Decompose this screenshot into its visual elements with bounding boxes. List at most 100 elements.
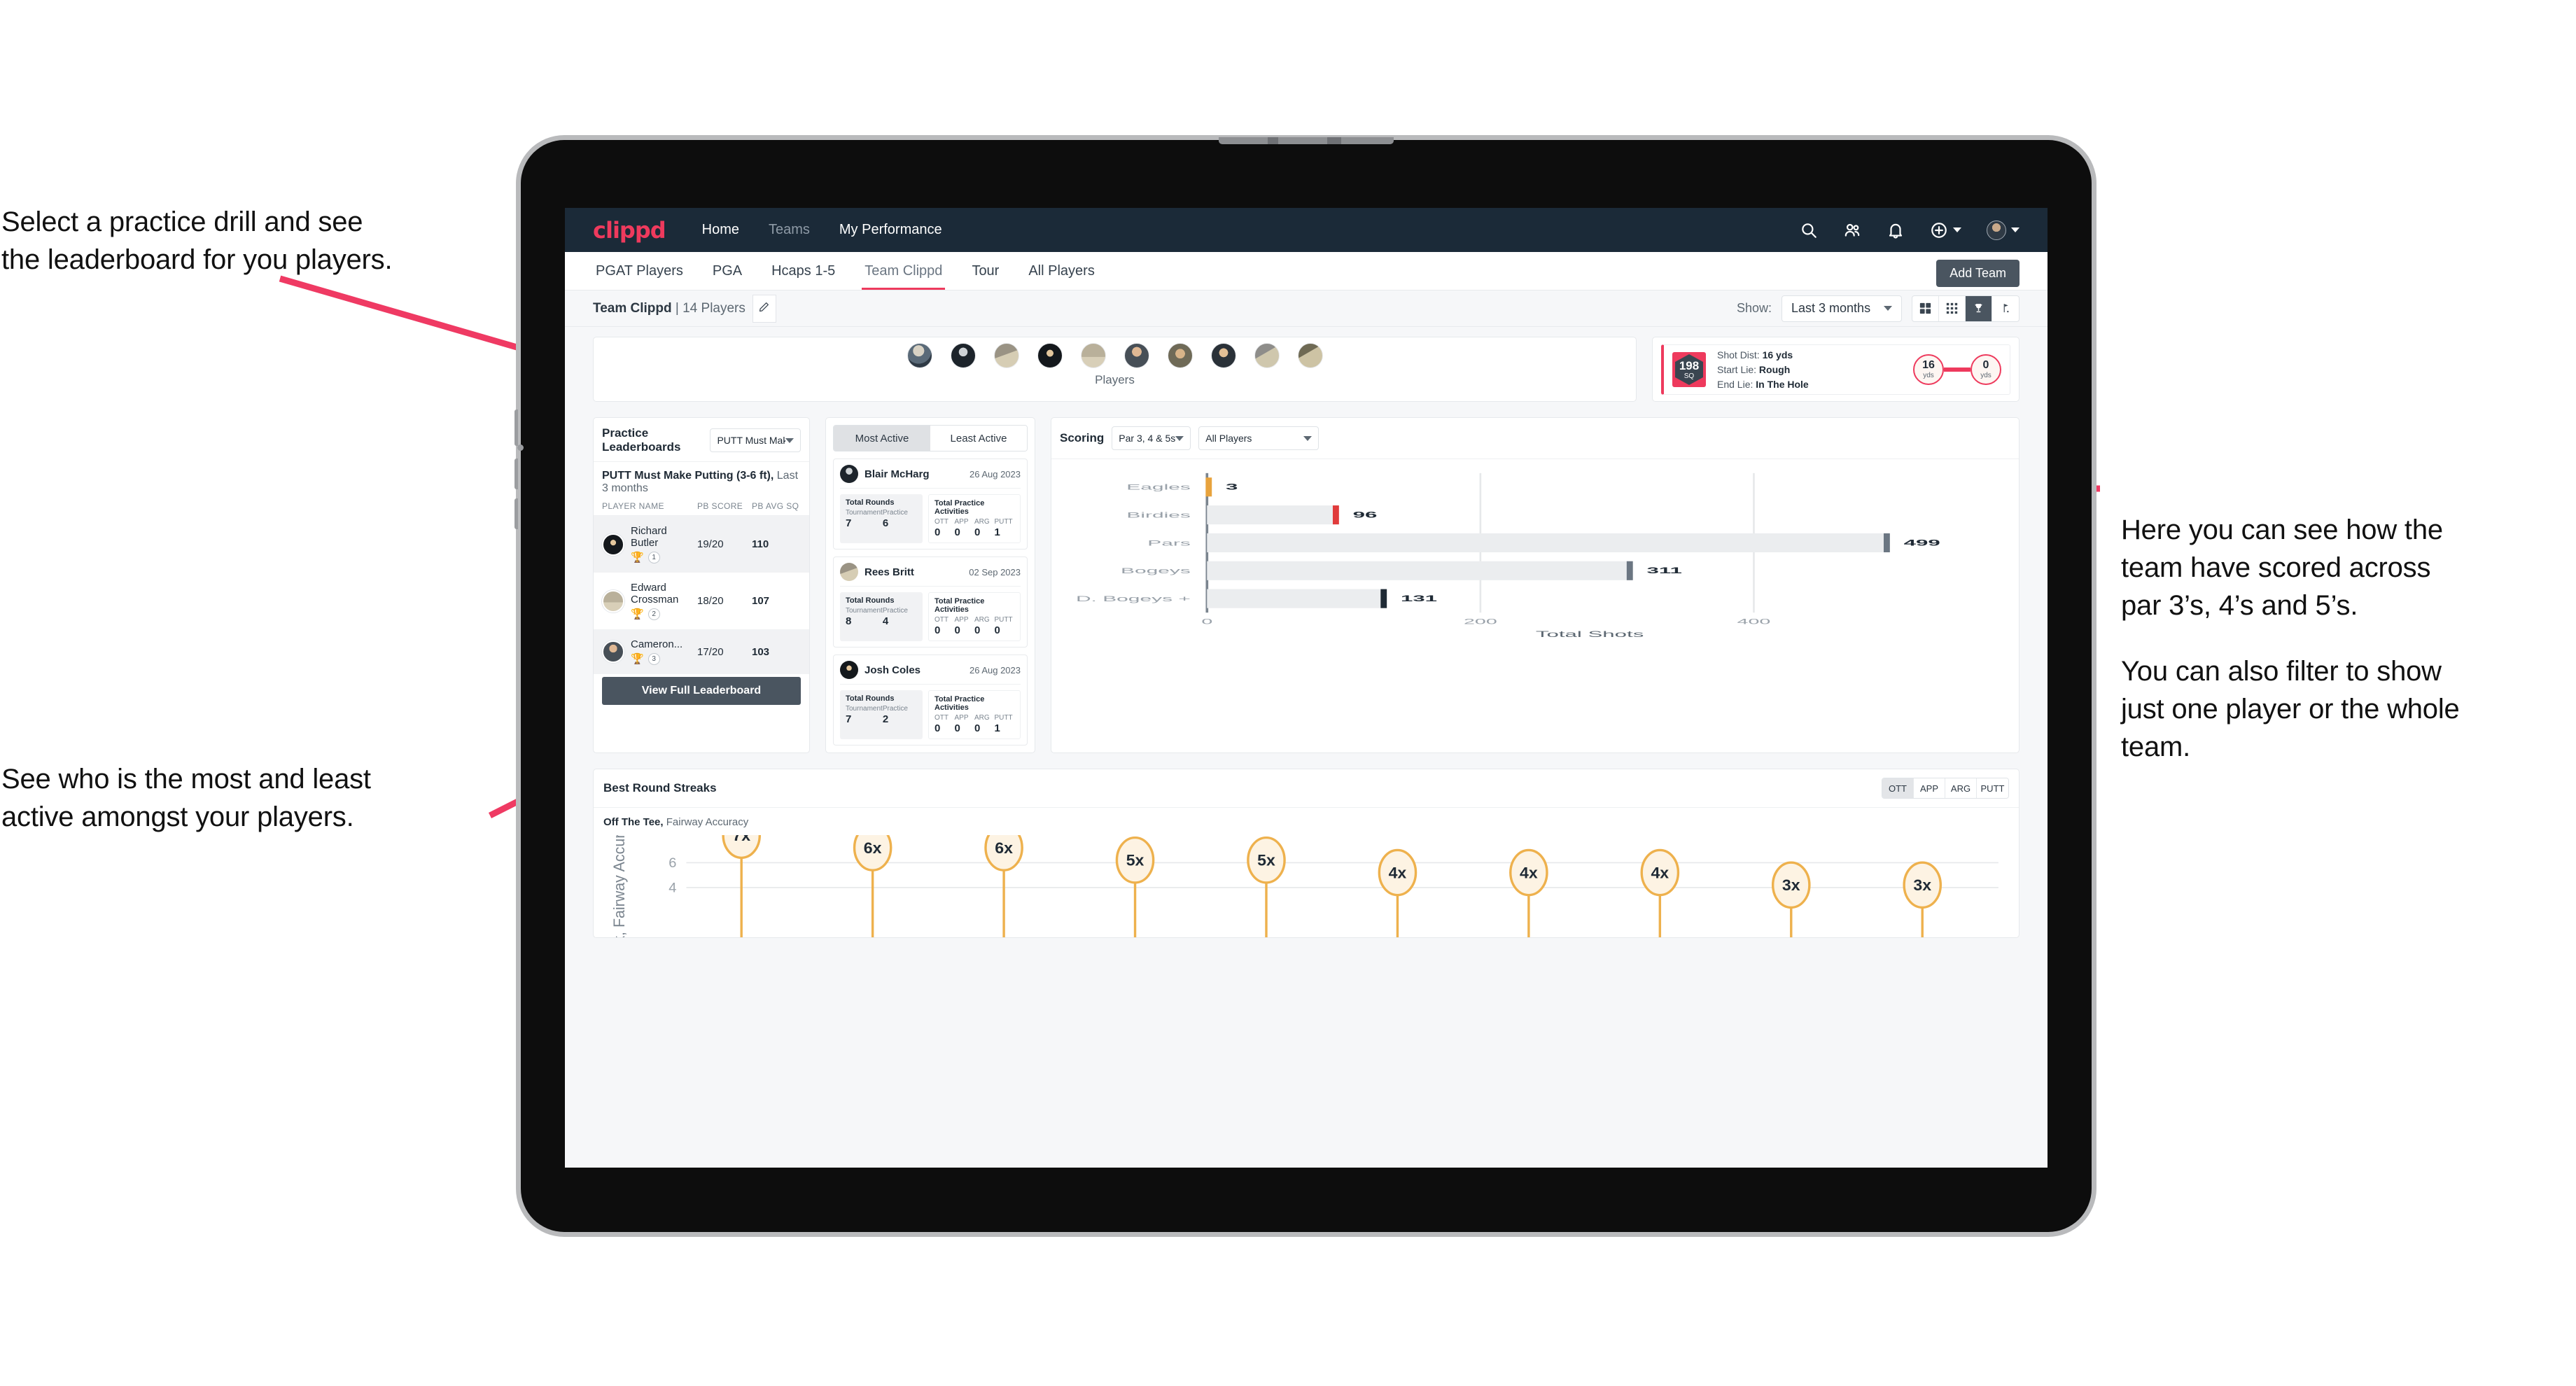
player-avatar[interactable]: [1297, 343, 1323, 368]
streaks-chart: reak, Fairway Accuracy 4 6 7x 6x 6x 5x 5x 4x 4x 4x…: [603, 810, 2009, 965]
activity-card-header: Josh Coles 26 Aug 2023: [840, 661, 1021, 685]
date-range-select[interactable]: Last 3 months: [1782, 295, 1902, 322]
stat-label: PUTT: [994, 616, 1013, 624]
rank-badge: 1: [648, 552, 660, 564]
tab-most-active[interactable]: Most Active: [834, 426, 930, 451]
stat-label: Practice: [882, 607, 908, 615]
start-lie-label: Start Lie:: [1717, 363, 1757, 375]
bar-marker: [1883, 533, 1890, 552]
activity-stats: OTT 0 APP 0 ARG 0 PUTT 1: [934, 518, 1014, 538]
stat-app: APP 0: [955, 714, 975, 734]
chevron-down-icon[interactable]: [2011, 227, 2019, 232]
activity-cards: Blair McHarg 26 Aug 2023 Total Rounds Tourn…: [826, 458, 1035, 746]
nav-link-teams[interactable]: Teams: [769, 222, 810, 238]
tablet-side-button: [514, 498, 518, 529]
player-avatar[interactable]: [1037, 343, 1063, 368]
nav-link-home[interactable]: Home: [702, 222, 739, 238]
toggle-arg[interactable]: ARG: [1945, 778, 1977, 798]
category-label: Bogeys: [1121, 566, 1191, 575]
rounds-stats: Tournament 8 Practice 4: [846, 607, 917, 627]
leaderboard-row[interactable]: Richard Butler 🏆 1 19/20 110: [594, 516, 809, 573]
clippd-logo[interactable]: clippd: [593, 217, 666, 244]
tab-pgat-players[interactable]: PGAT Players: [593, 252, 686, 290]
player-avatar[interactable]: [1167, 343, 1193, 368]
player-avatar[interactable]: [1210, 343, 1236, 368]
search-icon[interactable]: [1800, 221, 1818, 239]
create-menu[interactable]: [1930, 221, 1961, 239]
player-avatar[interactable]: [602, 589, 624, 612]
leaderboard-row[interactable]: Cameron... 🏆 3 17/20 103: [594, 629, 809, 674]
account-menu[interactable]: [1987, 220, 2019, 240]
leaderboard-header: Practice Leaderboards PUTT Must Make Put…: [594, 418, 809, 462]
practice-activities-heading: Total Practice Activities: [934, 597, 985, 614]
scoring-header: Scoring Par 3, 4 & 5s All Players: [1051, 418, 2019, 459]
player-avatar[interactable]: [602, 640, 624, 663]
plus-circle-icon[interactable]: [1930, 221, 1948, 239]
player-avatar[interactable]: [906, 343, 932, 368]
nav-link-my-performance[interactable]: My Performance: [839, 222, 942, 238]
player-avatar[interactable]: [840, 465, 858, 483]
player-avatar[interactable]: [840, 563, 858, 581]
player-avatar[interactable]: [1124, 343, 1149, 368]
activity-card-body: Total Rounds Tournament 8 Practice 4 Total Pr…: [840, 592, 1021, 641]
toggle-putt[interactable]: PUTT: [1977, 778, 2008, 798]
shot-dist-value: 16 yds: [1762, 349, 1793, 360]
people-icon[interactable]: [1843, 221, 1861, 239]
chevron-down-icon[interactable]: [1953, 227, 1961, 232]
trophy-icon-button[interactable]: [1966, 295, 1992, 321]
scoring-bar-chart: 0 200 400 Eagles 3 Birdies 96 Pars 499 Bogeys 311 D…: [1076, 472, 1940, 639]
player-avatar[interactable]: [1080, 343, 1106, 368]
stat-label: Tournament: [846, 607, 883, 615]
grid-small-icon-button[interactable]: [1939, 295, 1966, 321]
tab-all-players[interactable]: All Players: [1026, 252, 1097, 290]
tab-team-clippd[interactable]: Team Clippd: [862, 252, 946, 290]
activity-card[interactable]: Rees Britt 02 Sep 2023 Total Rounds Tournam…: [833, 556, 1028, 648]
toggle-ott[interactable]: OTT: [1882, 778, 1914, 798]
add-team-button[interactable]: Add Team: [1936, 260, 2019, 287]
avatar[interactable]: [1987, 220, 2006, 240]
value-label: 4x: [1389, 864, 1407, 882]
stat-label: PUTT: [994, 518, 1013, 526]
dashboard-content: Players 198 SQ Shot Dist: 16 yds Start L…: [565, 327, 2047, 965]
toggle-app[interactable]: APP: [1914, 778, 1945, 798]
annotation-line: Select a practice drill and see: [1, 206, 363, 237]
activity-card[interactable]: Blair McHarg 26 Aug 2023 Total Rounds Tourn…: [833, 458, 1028, 550]
rank-badge: 2: [648, 608, 660, 620]
edit-team-button[interactable]: [752, 294, 776, 323]
grid-large-icon-button[interactable]: [1912, 295, 1939, 321]
stat-value: 2: [882, 713, 889, 725]
stat-putt: PUTT 1: [995, 518, 1015, 538]
shot-start-distance: 16 yds: [1913, 354, 1944, 385]
player-avatar[interactable]: [1254, 343, 1280, 368]
stat-label: ARG: [974, 518, 990, 526]
activity-card-body: Total Rounds Tournament 7 Practice 6 Total Pr…: [840, 494, 1021, 543]
trophy-icon: 🏆: [631, 552, 644, 564]
player-avatar[interactable]: [840, 661, 858, 679]
player-avatar[interactable]: [602, 533, 624, 556]
bar-marker: [1205, 477, 1212, 497]
leaderboard-columns: PLAYER NAME PB SCORE PB AVG SQ: [594, 501, 809, 516]
streaks-metric-name: Fairway Accuracy: [663, 816, 749, 828]
start-lie-line: Start Lie: Rough: [1717, 363, 1809, 377]
flag-icon-button[interactable]: [1992, 296, 2019, 321]
player-avatar[interactable]: [993, 343, 1019, 368]
annotation-line: See who is the most and least: [1, 764, 371, 794]
tab-least-active[interactable]: Least Active: [930, 426, 1027, 451]
stat-app: APP 0: [955, 616, 975, 636]
bar-marker: [1626, 561, 1633, 580]
view-full-leaderboard-button[interactable]: View Full Leaderboard: [602, 677, 801, 705]
leaderboard-row[interactable]: Edward Crossman 🏆 2 18/20 107: [594, 573, 809, 629]
activity-card[interactable]: Josh Coles 26 Aug 2023 Total Rounds Tournam…: [833, 654, 1028, 746]
par-filter-select[interactable]: Par 3, 4 & 5s: [1112, 426, 1191, 450]
player-avatar[interactable]: [950, 343, 976, 368]
stat-practice: Practice 6: [883, 509, 917, 529]
value-label: 6x: [995, 839, 1013, 857]
team-subheader: Team Clippd | 14 Players Show: Last 3 mo…: [565, 290, 2047, 327]
tab-pga[interactable]: PGA: [710, 252, 745, 290]
shot-end-distance: 0 yds: [1970, 354, 2001, 385]
bell-icon[interactable]: [1886, 221, 1905, 239]
player-filter-select[interactable]: All Players: [1198, 426, 1320, 450]
drill-select[interactable]: PUTT Must Make Putting ...: [710, 428, 801, 452]
tab-hcaps-1-5[interactable]: Hcaps 1-5: [769, 252, 838, 290]
tab-tour[interactable]: Tour: [969, 252, 1002, 290]
